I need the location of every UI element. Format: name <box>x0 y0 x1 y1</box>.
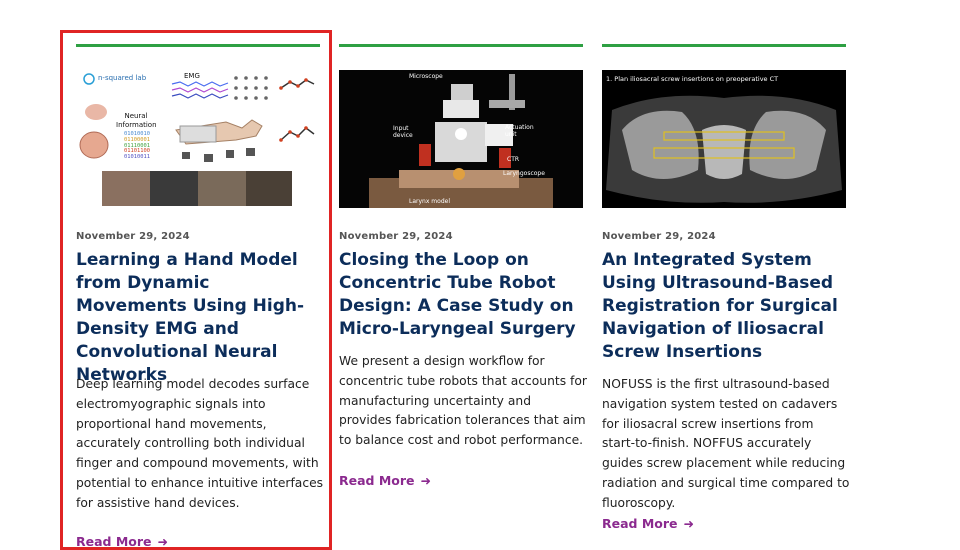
card-accent-bar <box>76 44 320 47</box>
post-date: November 29, 2024 <box>339 231 453 242</box>
card-accent-bar <box>339 44 583 47</box>
image-emg-label: EMG <box>184 72 200 80</box>
card-accent-bar <box>602 44 846 47</box>
image-neural-label: Neural Information <box>116 112 157 129</box>
post-card: Microscope Input device Actuation unit C… <box>339 44 587 488</box>
post-title[interactable]: An Integrated System Using Ultrasound-Ba… <box>602 249 852 364</box>
post-excerpt: Deep learning model decodes surface elec… <box>76 377 324 510</box>
image-caption: 1. Plan iliosacral screw insertions on p… <box>606 75 779 83</box>
post-title[interactable]: Learning a Hand Model from Dynamic Movem… <box>76 249 326 387</box>
post-card: 1. Plan iliosacral screw insertions on p… <box>602 44 849 531</box>
image-label-larynx-model: Larynx model <box>409 198 450 205</box>
post-thumbnail[interactable]: n-squared lab EMG Neural Information 010… <box>76 70 320 208</box>
post-title[interactable]: Closing the Loop on Concentric Tube Robo… <box>339 249 589 341</box>
read-more-link[interactable]: Read More ➜ <box>76 534 168 549</box>
arrow-right-icon: ➜ <box>420 473 431 488</box>
image-bit-list: 01010010 01100001 01110001 01101100 0101… <box>124 131 150 161</box>
post-thumbnail[interactable]: Microscope Input device Actuation unit C… <box>339 70 583 208</box>
arrow-right-icon: ➜ <box>683 516 694 531</box>
arrow-right-icon: ➜ <box>157 534 168 549</box>
read-more-link[interactable]: Read More ➜ <box>602 516 694 531</box>
post-card: n-squared lab EMG Neural Information 010… <box>76 44 323 549</box>
image-lab-label: n-squared lab <box>98 74 147 82</box>
read-more-link[interactable]: Read More ➜ <box>339 473 431 488</box>
post-thumbnail[interactable]: 1. Plan iliosacral screw insertions on p… <box>602 70 846 208</box>
image-label-microscope: Microscope <box>409 73 443 80</box>
post-date: November 29, 2024 <box>602 231 716 242</box>
post-excerpt: We present a design workflow for concent… <box>339 354 587 448</box>
hand-emg-illustration <box>79 73 315 206</box>
post-date: November 29, 2024 <box>76 231 190 242</box>
pelvis-ct-scan <box>602 70 846 208</box>
surgical-robot-photo <box>339 70 583 208</box>
image-label-actuation-unit: Actuation unit <box>505 124 534 138</box>
image-label-laryngoscope: Laryngoscope <box>503 170 545 177</box>
post-excerpt: NOFUSS is the first ultrasound-based nav… <box>602 377 850 510</box>
image-label-ctr: CTR <box>507 156 520 163</box>
image-label-input-device: Input device <box>393 125 413 139</box>
